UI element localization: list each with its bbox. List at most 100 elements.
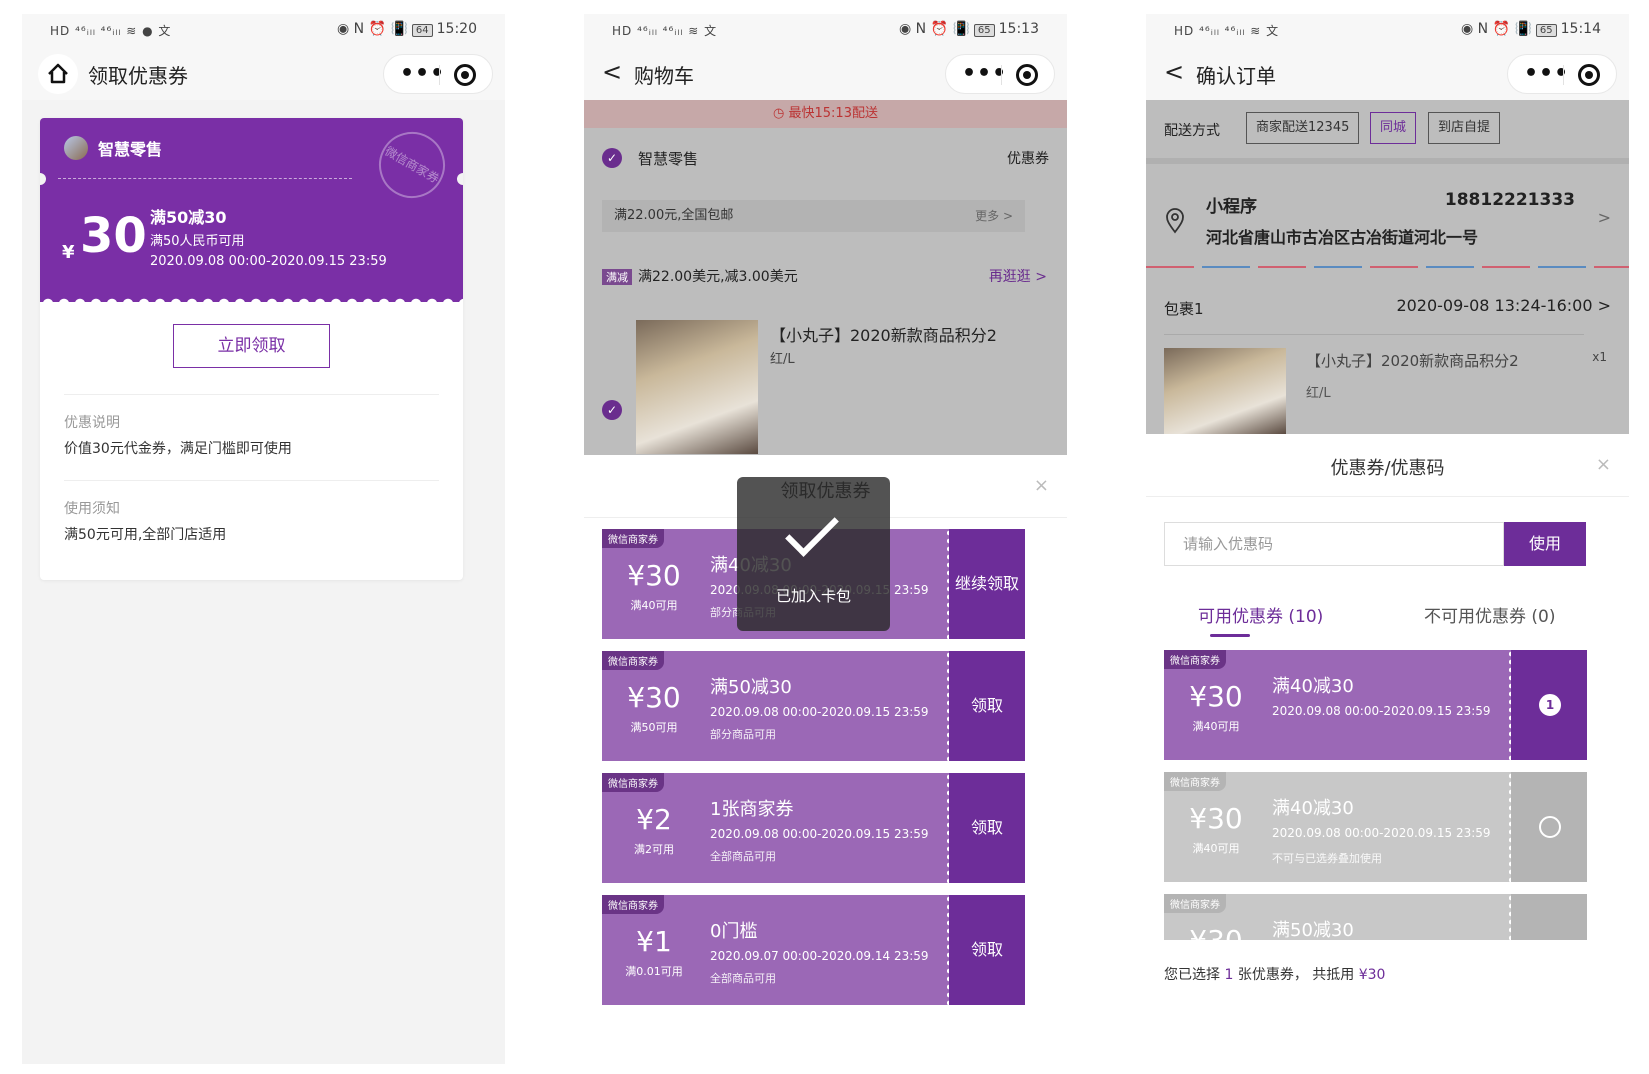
coupon-item: 微信商家券 ¥1 满0.01可用 0门槛 2020.09.07 00:00-20… <box>602 895 1025 1005</box>
close-icon[interactable]: × <box>1596 454 1611 475</box>
coupon-value: ¥30 <box>627 559 681 592</box>
coupon-condition: 满40可用 <box>1192 720 1240 733</box>
coupon-validity: 2020.09.08 00:00-2020.09.15 23:59 <box>150 254 387 269</box>
product-image[interactable] <box>636 320 758 454</box>
mode-merchant[interactable]: 商家配送12345 <box>1246 112 1360 144</box>
cart-content-dimmed: ◷ 最快15:13配送 ✓ 智慧零售 优惠券 满22.00元,全国包邮 更多 >… <box>584 100 1067 455</box>
claim-button[interactable]: 领取 <box>949 773 1025 883</box>
coupon-threshold: 满50人民币可用 <box>150 234 245 249</box>
claim-again-button[interactable]: 继续领取 <box>949 529 1025 639</box>
page-title: 领取优惠券 <box>88 64 188 88</box>
check-icon[interactable]: ✓ <box>602 400 622 420</box>
screen-cart: HD ⁴⁶ᵢₗₗ ⁴⁶ᵢₗₗ ≋ 文 ◉ N ⏰ 📳 65 15:13 < 购物车 … <box>584 14 1067 1064</box>
coupon-date: 2020.09.08 00:00-2020.09.15 23:59 <box>1272 826 1491 840</box>
package-time[interactable]: 2020-09-08 13:24-16:00 > <box>1396 296 1611 315</box>
use-code-button[interactable]: 使用 <box>1504 522 1586 566</box>
checkmark-icon <box>785 503 839 557</box>
toast-text: 已加入卡包 <box>775 587 851 605</box>
mode-pickup[interactable]: 到店自提 <box>1428 112 1501 144</box>
package-label: 包裹1 <box>1164 300 1204 318</box>
back-icon[interactable]: < <box>602 58 622 86</box>
coupon-condition: 满40可用 <box>630 599 678 612</box>
check-icon[interactable]: ✓ <box>602 148 622 168</box>
coupon-badge: 微信商家券 <box>602 529 664 548</box>
coupon-value: ¥2 <box>636 803 672 836</box>
coupon-condition: 满2可用 <box>634 843 674 856</box>
page-title: 确认订单 <box>1196 64 1276 88</box>
desc-label: 优惠说明 <box>64 415 120 431</box>
coupon-item[interactable]: 微信商家券 ¥30 满40可用 满40减30 2020.09.08 00:00-… <box>1164 650 1587 760</box>
promo-code-input[interactable]: 请输入优惠码 <box>1164 522 1504 566</box>
coupon-select-area[interactable] <box>1511 772 1587 882</box>
claim-button[interactable]: 领取 <box>949 651 1025 761</box>
screen-confirm-order: HD ⁴⁶ᵢₗₗ ⁴⁶ᵢₗₗ ≋ 文 ◉ N ⏰ 📳 65 15:14 < 确认订单… <box>1146 14 1629 1064</box>
promo-text: 满22.00美元,减3.00美元 <box>638 269 798 285</box>
coupon-link[interactable]: 优惠券 <box>1007 148 1049 168</box>
more-link[interactable]: 更多 > <box>975 200 1013 232</box>
close-target-icon[interactable] <box>1016 64 1038 86</box>
battery-icon: 65 <box>1535 24 1557 37</box>
home-icon <box>48 63 68 84</box>
coupon-badge: 微信商家券 <box>1164 772 1226 791</box>
coupon-item-disabled[interactable]: 微信商家券 ¥30 满40可用 满40减30 2020.09.08 00:00-… <box>1164 772 1587 882</box>
divider <box>58 178 352 179</box>
chevron-right-icon[interactable]: > <box>1598 208 1611 227</box>
address-divider <box>1146 266 1629 268</box>
shop-name: 智慧零售 <box>98 140 163 159</box>
delivery-mode-label: 配送方式 <box>1164 123 1220 139</box>
clock-icon: ◷ <box>773 106 789 121</box>
currency-symbol: ¥ <box>62 242 75 263</box>
back-icon[interactable]: < <box>1164 58 1184 86</box>
notch <box>40 173 46 185</box>
close-icon[interactable]: × <box>1034 475 1049 496</box>
promo-link[interactable]: 再逛逛 > <box>989 266 1047 286</box>
radio-icon[interactable] <box>1539 816 1561 838</box>
screen-claim-coupon: HD ⁴⁶ᵢₗₗ ⁴⁶ᵢₗₗ ≋ ● 文 ◉ N ⏰ 📳 64 15:20 领取优惠… <box>22 14 505 1064</box>
home-button[interactable] <box>38 54 78 94</box>
coupon-rule: 满50减30 <box>150 208 227 227</box>
address-text[interactable]: 河北省唐山市古冶区古冶街道河北一号 <box>1206 224 1478 248</box>
sheet-title: 优惠券/优惠码 <box>1330 458 1445 479</box>
product-spec: 红/L <box>1306 386 1331 401</box>
coupon-value: ¥1 <box>636 925 672 958</box>
status-time: 15:14 <box>1560 21 1601 37</box>
nav-bar: < 确认订单 ••• <box>1146 48 1629 100</box>
product-name[interactable]: 【小丸子】2020新款商品积分2 <box>770 322 997 346</box>
active-tab-indicator <box>1210 634 1250 637</box>
coupon-badge: 微信商家券 <box>1164 894 1226 913</box>
status-right: ◉ N ⏰ 📳 65 15:13 <box>899 21 1039 37</box>
claim-button[interactable]: 领取 <box>949 895 1025 1005</box>
desc-text: 价值30元代金券，满足门槛即可使用 <box>64 441 292 457</box>
close-target-icon[interactable] <box>454 64 476 86</box>
coupon-select-area[interactable]: 1 <box>1511 650 1587 760</box>
coupon-title: 满50减30 <box>1272 920 1354 941</box>
battery-icon: 64 <box>411 24 433 37</box>
status-time: 15:13 <box>998 21 1039 37</box>
page-title: 购物车 <box>634 64 694 88</box>
claim-button[interactable]: 立即领取 <box>173 324 330 368</box>
shipping-row: 满22.00元,全国包邮 更多 > <box>602 200 1025 232</box>
delivery-banner: ◷ 最快15:13配送 <box>584 100 1067 128</box>
discount-amount: ¥30 <box>1358 967 1386 983</box>
recipient-phone: 18812221333 <box>1444 190 1575 210</box>
coupon-title: 满50减30 <box>710 677 792 698</box>
coupon-date: 2020.09.08 00:00-2020.09.15 23:59 <box>1272 704 1491 718</box>
nav-bar: 领取优惠券 ••• <box>22 48 505 100</box>
coupon-badge: 微信商家券 <box>602 773 664 792</box>
coupon-scope: 部分商品可用 <box>710 728 776 741</box>
close-target-icon[interactable] <box>1578 64 1600 86</box>
mode-local[interactable]: 同城 <box>1370 112 1417 144</box>
selected-radio-icon[interactable]: 1 <box>1539 694 1561 716</box>
status-time: 15:20 <box>436 21 477 37</box>
wave-edge <box>40 294 463 304</box>
coupon-date: 2020.09.07 00:00-2020.09.14 23:59 <box>710 949 929 963</box>
tab-available[interactable]: 可用优惠券 (10) <box>1198 602 1323 627</box>
recipient-name: 小程序 <box>1206 197 1257 217</box>
product-name: 【小丸子】2020新款商品积分2 <box>1306 352 1519 370</box>
coupon-summary: 您已选择 1 张优惠券， 共抵用 ¥30 <box>1164 967 1386 983</box>
shop-name: 智慧零售 <box>638 150 699 168</box>
coupon-title: 1张商家券 <box>710 799 794 820</box>
tab-unavailable[interactable]: 不可用优惠券 (0) <box>1424 602 1555 627</box>
notice-label: 使用须知 <box>64 501 120 517</box>
location-icon <box>1166 208 1184 234</box>
